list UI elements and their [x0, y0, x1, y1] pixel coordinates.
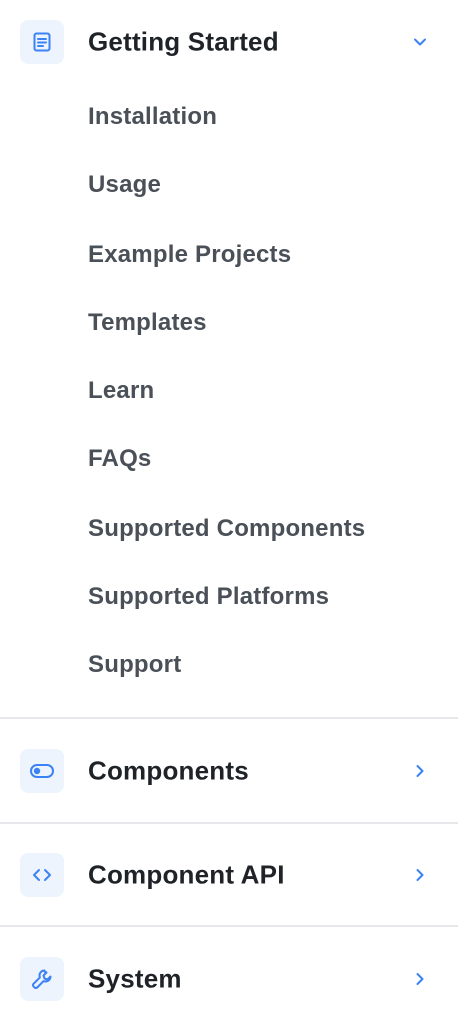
divider: [0, 925, 458, 927]
nav-item-supported-components[interactable]: Supported Components: [88, 509, 365, 549]
section-getting-started[interactable]: Getting Started: [0, 12, 458, 72]
section-title: Component API: [88, 859, 285, 890]
nav-item-learn[interactable]: Learn: [88, 371, 154, 411]
section-title: Components: [88, 755, 249, 786]
section-title: System: [88, 963, 182, 994]
chevron-right-icon: [410, 969, 430, 989]
toggle-icon: [20, 749, 64, 793]
nav-item-support[interactable]: Support: [88, 645, 181, 685]
nav-item-supported-platforms[interactable]: Supported Platforms: [88, 577, 329, 617]
wrench-icon: [20, 957, 64, 1001]
nav-item-usage[interactable]: Usage: [88, 165, 161, 205]
chevron-right-icon: [410, 865, 430, 885]
chevron-right-icon: [410, 761, 430, 781]
code-icon: [20, 853, 64, 897]
section-components[interactable]: Components: [0, 741, 458, 801]
divider: [0, 822, 458, 824]
divider: [0, 717, 458, 719]
nav-item-templates[interactable]: Templates: [88, 303, 207, 343]
document-icon: [20, 20, 64, 64]
chevron-down-icon: [410, 32, 430, 52]
nav-item-installation[interactable]: Installation: [88, 97, 217, 137]
section-title: Getting Started: [88, 26, 279, 57]
nav-item-faqs[interactable]: FAQs: [88, 439, 151, 479]
section-component-api[interactable]: Component API: [0, 845, 458, 905]
section-system[interactable]: System: [0, 949, 458, 1009]
nav-item-example-projects[interactable]: Example Projects: [88, 235, 291, 275]
sidebar-nav: Getting Started Installation Usage Examp…: [0, 0, 458, 1028]
